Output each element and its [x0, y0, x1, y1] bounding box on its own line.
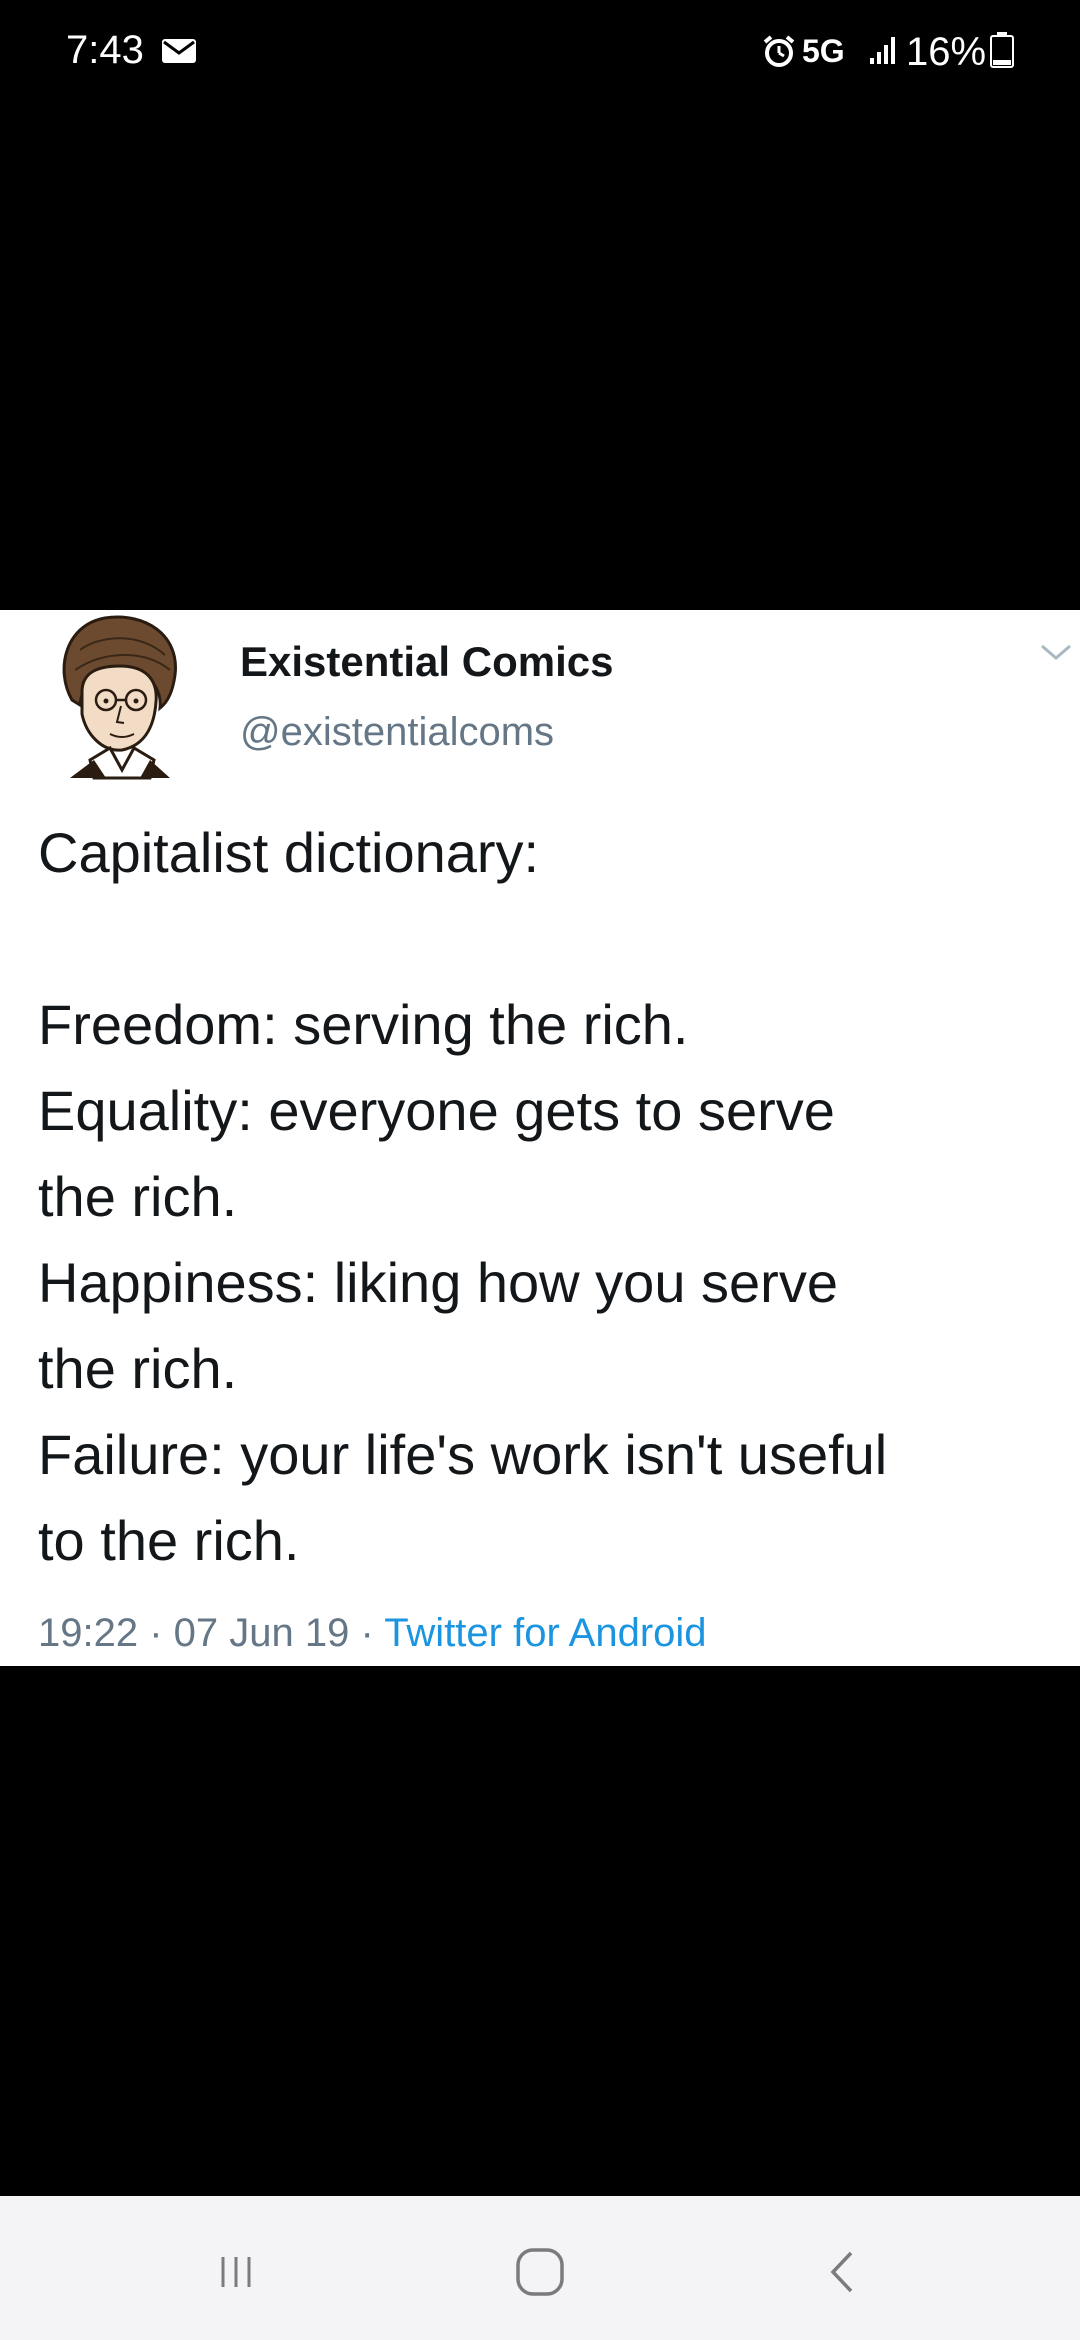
network-type: 5G	[802, 33, 845, 69]
recent-apps-icon	[221, 2257, 251, 2287]
recent-apps-button[interactable]	[196, 2232, 276, 2312]
battery-percentage: 16%	[906, 30, 987, 74]
tweet-card: Existential Comics @existentialcoms Capi…	[0, 610, 1080, 1666]
navigation-bar	[0, 2196, 1080, 2340]
tweet-line: Capitalist dictionary:	[38, 821, 540, 884]
back-icon	[830, 2251, 853, 2293]
status-time: 7:43	[66, 28, 144, 72]
mail-icon	[162, 39, 196, 63]
tweet-metadata: 19:22 · 07 Jun 19 · Twitter for Android	[38, 1608, 707, 1658]
tweet-line	[38, 896, 1068, 982]
home-icon	[516, 2248, 564, 2296]
tweet-line: Failure: your life's work isn't useful	[38, 1423, 888, 1486]
tweet-line: the rich.	[38, 1165, 238, 1228]
tweet-line: the rich.	[38, 1337, 238, 1400]
battery-icon	[990, 32, 1014, 68]
tweet-source-link[interactable]: Twitter for Android	[384, 1611, 706, 1655]
tweet-line: Freedom: serving the rich.	[38, 993, 689, 1056]
back-button[interactable]	[804, 2232, 884, 2312]
alarm-icon	[763, 35, 795, 67]
tweet-line: Equality: everyone gets to serve	[38, 1079, 835, 1142]
user-handle[interactable]: @existentialcoms	[240, 704, 554, 760]
meta-separator: ·	[138, 1611, 174, 1655]
signal-icon	[870, 37, 895, 64]
home-button[interactable]	[500, 2232, 580, 2312]
caret-down-icon[interactable]	[1038, 640, 1074, 664]
tweet-text: Capitalist dictionary: Freedom: serving …	[38, 810, 1068, 1584]
tweet-line: Happiness: liking how you serve	[38, 1251, 838, 1314]
tweet-date: 07 Jun 19	[173, 1611, 350, 1655]
meta-separator: ·	[349, 1611, 385, 1655]
display-name[interactable]: Existential Comics	[240, 630, 613, 694]
status-bar: 7:43 5G 16%	[0, 0, 1080, 100]
tweet-line: to the rich.	[38, 1509, 300, 1572]
avatar[interactable]	[50, 610, 190, 780]
tweet-time: 19:22	[38, 1611, 139, 1655]
